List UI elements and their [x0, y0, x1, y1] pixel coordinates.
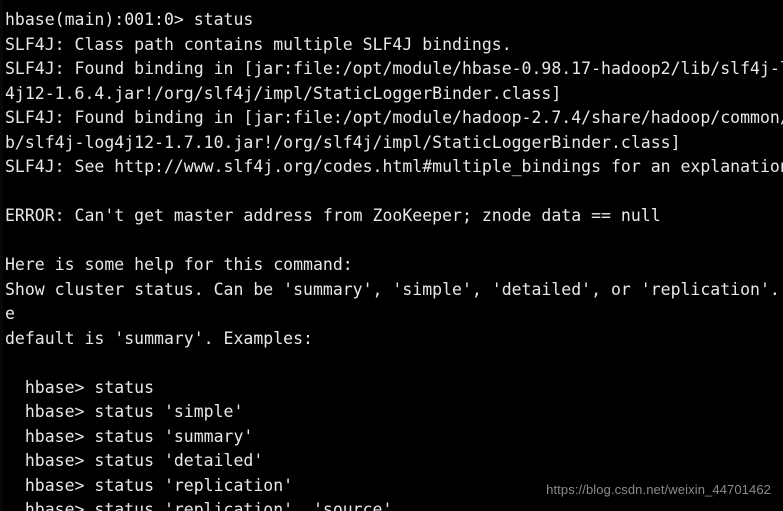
terminal-line-slf4j-binding-1-wrap: 4j12-1.6.4.jar!/org/slf4j/impl/StaticLog…: [5, 83, 562, 103]
terminal-line-error-line: ERROR: Can't get master address from Zoo…: [5, 206, 661, 225]
terminal-line-example-status: hbase> status: [5, 377, 155, 397]
terminal-output: hbase(main):001:0> status SLF4J: Class pa…: [5, 8, 783, 511]
terminal-line-help-description-wrap: e: [5, 304, 15, 323]
terminal-window[interactable]: hbase(main):001:0> status SLF4J: Class pa…: [0, 0, 783, 511]
terminal-line-help-header: Here is some help for this command:: [5, 255, 353, 274]
terminal-line-slf4j-binding-1: SLF4J: Found binding in [jar:file:/opt/m…: [5, 59, 783, 78]
terminal-line-slf4j-binding-2-wrap: b/slf4j-log4j12-1.7.10.jar!/org/slf4j/im…: [5, 132, 681, 152]
terminal-line-blank-2: [5, 229, 783, 254]
terminal-line-example-simple: hbase> status 'simple': [5, 402, 244, 421]
terminal-line-slf4j-see: SLF4J: See http://www.slf4j.org/codes.ht…: [5, 157, 783, 176]
terminal-line-example-detailed: hbase> status 'detailed': [5, 451, 264, 470]
terminal-line-example-summary: hbase> status 'summary': [5, 426, 254, 446]
terminal-line-help-description: Show cluster status. Can be 'summary', '…: [5, 279, 783, 299]
terminal-line-prompt-line: hbase(main):001:0> status: [5, 10, 254, 29]
watermark-text: https://blog.csdn.net/weixin_44701462: [546, 482, 771, 497]
terminal-line-help-default: default is 'summary'. Examples:: [5, 328, 313, 348]
terminal-line-slf4j-binding-2: SLF4J: Found binding in [jar:file:/opt/m…: [5, 108, 783, 127]
terminal-line-slf4j-class-path: SLF4J: Class path contains multiple SLF4…: [5, 34, 512, 54]
terminal-line-blank-1: [5, 180, 783, 205]
terminal-line-blank-3: [5, 351, 783, 376]
terminal-line-example-replication-source: hbase> status 'replication', 'source': [5, 500, 393, 511]
